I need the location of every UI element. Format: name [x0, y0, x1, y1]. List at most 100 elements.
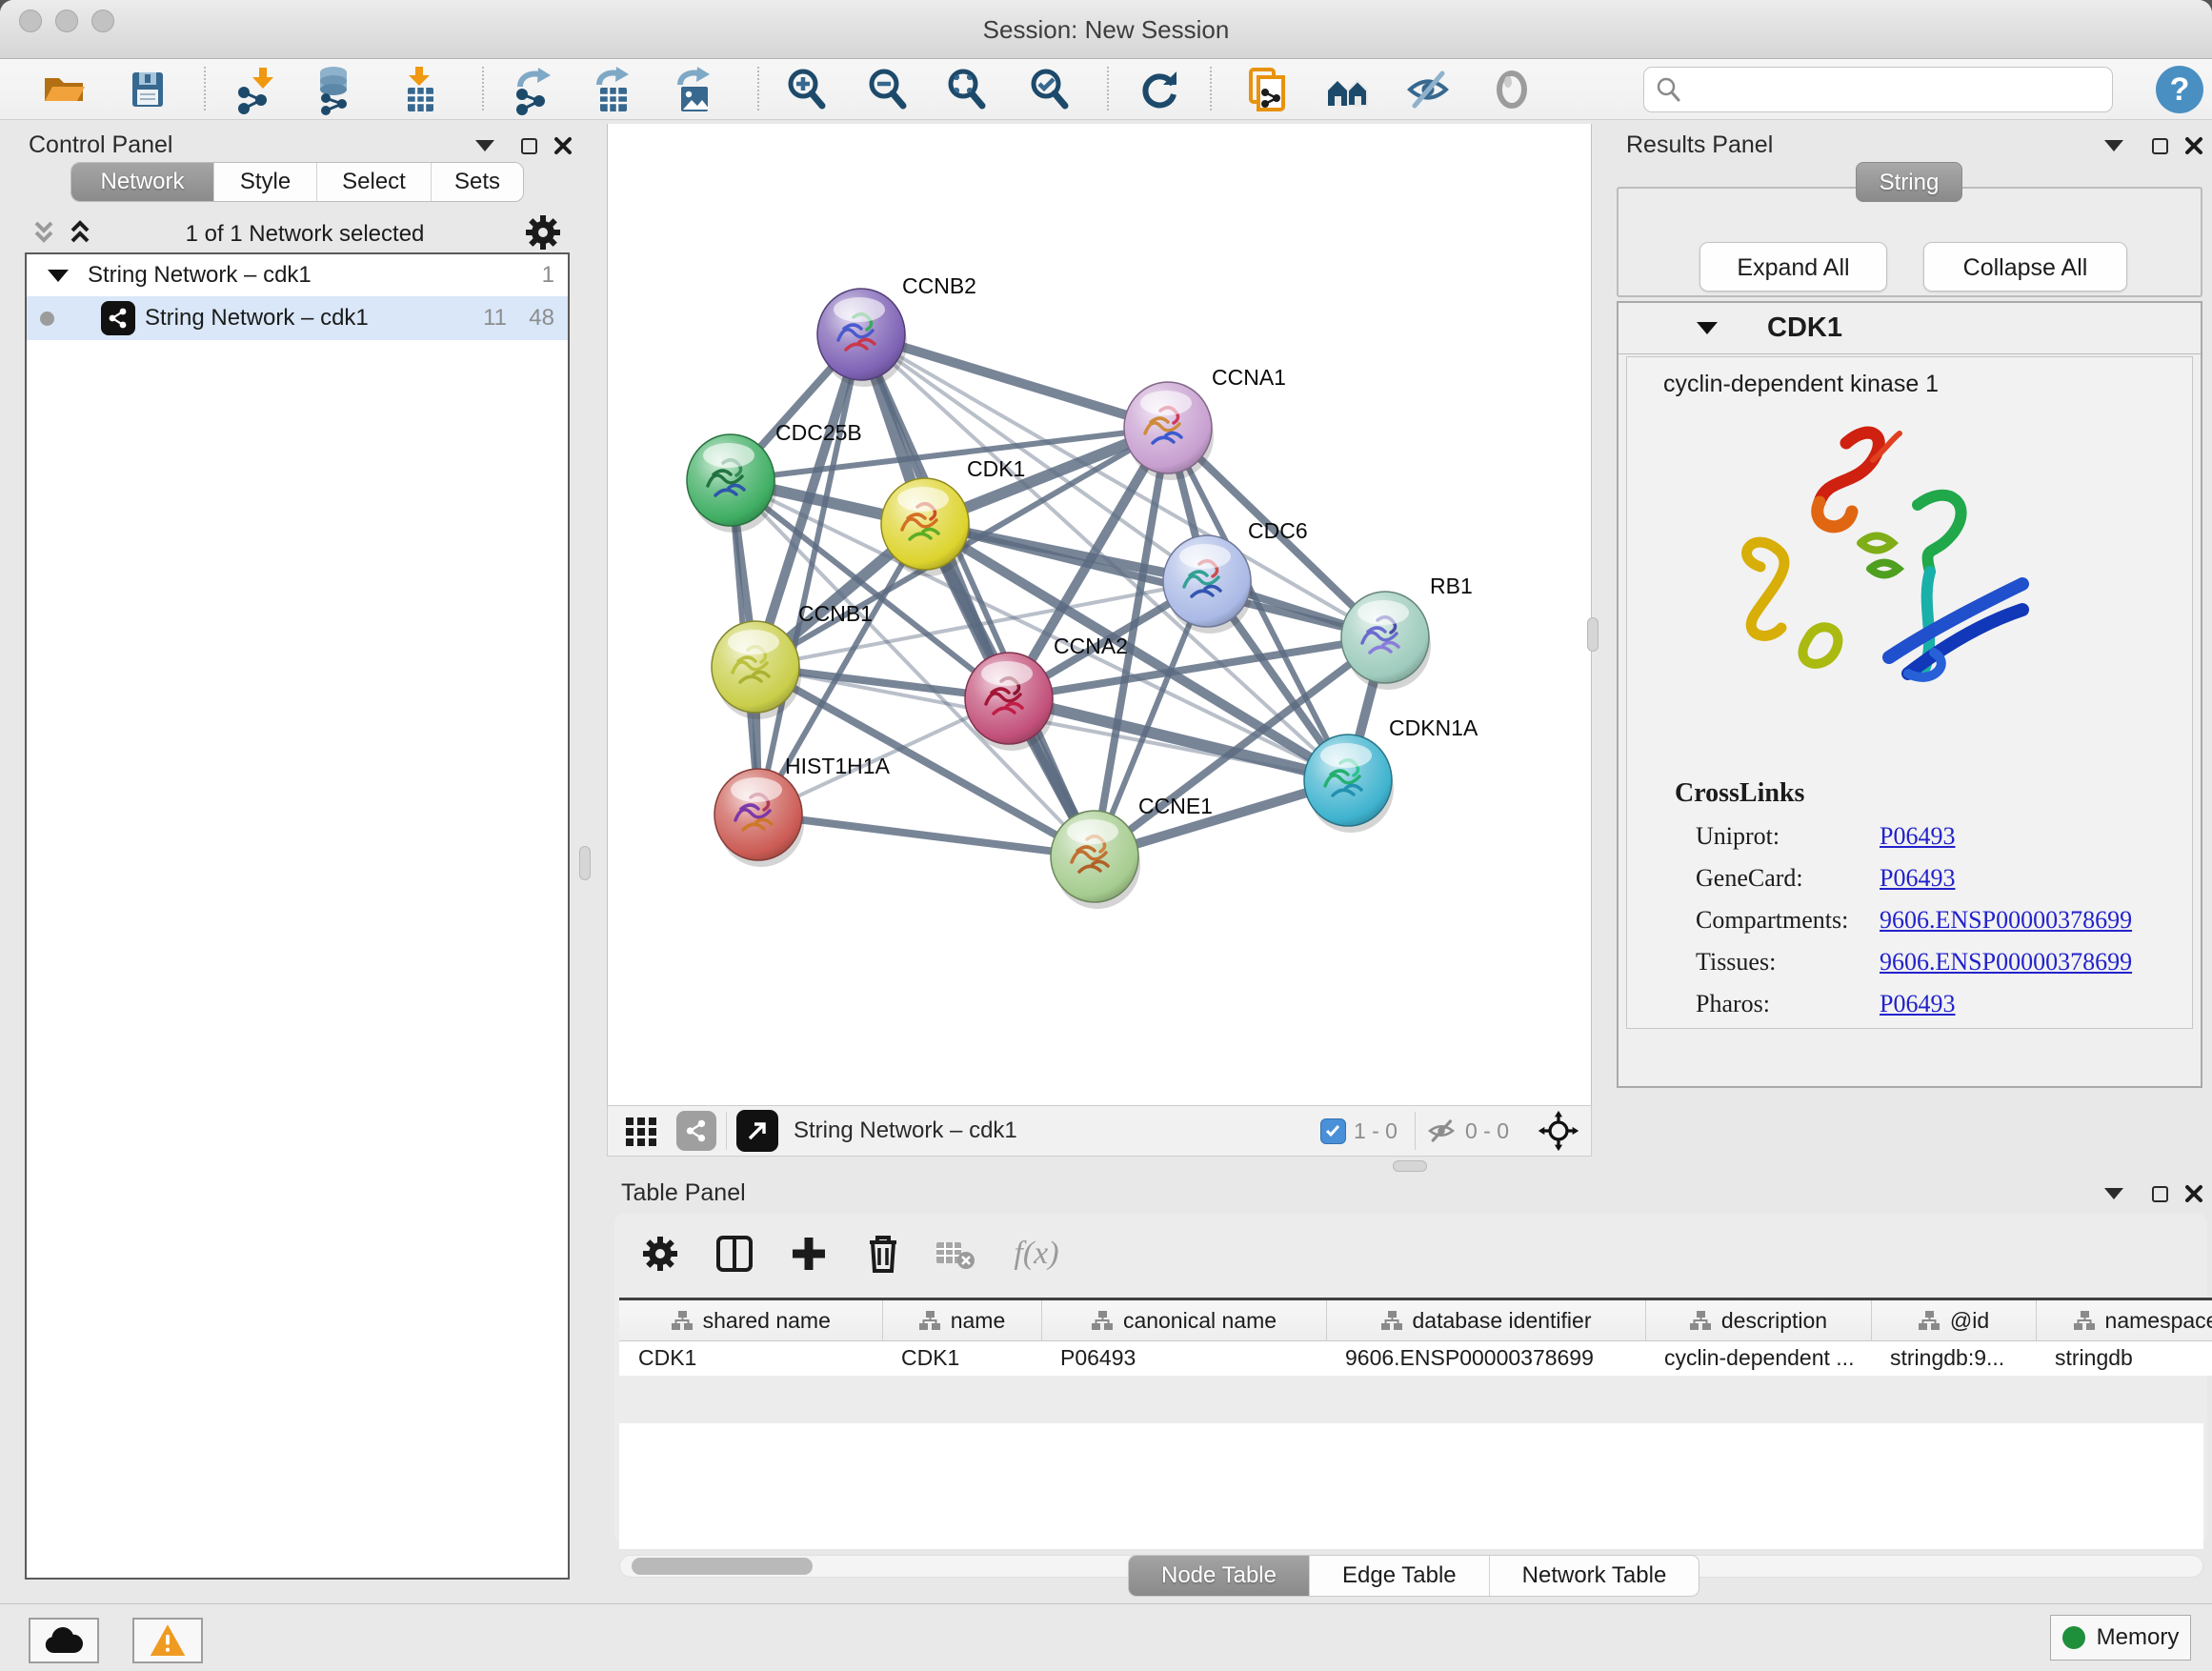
hierarchy-icon: [2073, 1310, 2096, 1331]
double-chevron-up-icon: [65, 217, 95, 248]
table-panel-menu-button[interactable]: [2100, 1181, 2128, 1206]
toolbar-search-field[interactable]: [1643, 67, 2113, 112]
control-panel-float-button[interactable]: [514, 133, 543, 158]
left-splitter-handle[interactable]: [579, 846, 591, 880]
add-column-button[interactable]: [780, 1227, 837, 1280]
table-cell[interactable]: stringdb: [2036, 1341, 2212, 1376]
delete-column-button[interactable]: [855, 1227, 912, 1280]
node-CCNB2[interactable]: CCNB2: [817, 273, 976, 387]
import-table-button[interactable]: [393, 63, 447, 116]
table-row[interactable]: CDK1CDK1P064939606.ENSP00000378699cyclin…: [619, 1341, 2212, 1376]
import-network-database-button[interactable]: [310, 63, 363, 116]
node-CDKN1A[interactable]: CDKN1A: [1304, 715, 1478, 833]
table-cell[interactable]: cyclin-dependent ...: [1645, 1341, 1871, 1376]
selected-checkbox[interactable]: [1320, 1118, 1346, 1144]
export-image-button[interactable]: [668, 63, 721, 116]
tab-network[interactable]: Network: [71, 163, 214, 201]
column-header-name[interactable]: name: [882, 1299, 1041, 1341]
save-session-button[interactable]: [121, 63, 174, 116]
column-header-canonical-name[interactable]: canonical name: [1041, 1299, 1326, 1341]
hierarchy-icon: [1689, 1310, 1712, 1331]
birdseye-toggle-button[interactable]: [623, 1113, 659, 1149]
tree-expander-icon[interactable]: [48, 270, 69, 282]
column-header-namespace[interactable]: namespace: [2036, 1299, 2212, 1341]
zoom-out-button[interactable]: [860, 63, 914, 116]
crosslink-genecard-link[interactable]: P06493: [1880, 864, 1955, 893]
open-in-window-button[interactable]: [736, 1110, 778, 1152]
expand-all-tree-button[interactable]: [65, 217, 95, 248]
edge-CCNB2-HIST1H1A[interactable]: [758, 334, 861, 815]
column-header-database-identifier[interactable]: database identifier: [1326, 1299, 1645, 1341]
node-RB1[interactable]: RB1: [1341, 574, 1473, 690]
string-style-button[interactable]: [676, 1111, 716, 1151]
edge-HIST1H1A-CCNE1[interactable]: [758, 815, 1095, 856]
table-cell[interactable]: CDK1: [882, 1341, 1041, 1376]
cloud-status-button[interactable]: [29, 1618, 99, 1663]
table-cell[interactable]: P06493: [1041, 1341, 1326, 1376]
export-table-button[interactable]: [587, 63, 640, 116]
table-panel-float-button[interactable]: [2145, 1181, 2174, 1206]
group-nodes-button[interactable]: [1321, 63, 1375, 116]
hierarchy-icon: [1091, 1310, 1114, 1331]
apply-layout-button[interactable]: [1134, 63, 1187, 116]
hide-selected-button[interactable]: [1401, 63, 1455, 116]
results-panel-menu-button[interactable]: [2100, 133, 2128, 158]
node-HIST1H1A[interactable]: HIST1H1A: [714, 754, 891, 867]
table-cell[interactable]: CDK1: [619, 1341, 882, 1376]
column-header-shared-name[interactable]: shared name: [619, 1299, 882, 1341]
tab-select[interactable]: Select: [317, 163, 432, 201]
results-tab-string[interactable]: String: [1856, 162, 1962, 202]
export-network-button[interactable]: [508, 63, 561, 116]
column-header-description[interactable]: description: [1645, 1299, 1871, 1341]
column-header-id[interactable]: @id: [1871, 1299, 2036, 1341]
zoom-in-button[interactable]: [779, 63, 833, 116]
tab-sets[interactable]: Sets: [432, 163, 523, 201]
apply-function-button[interactable]: f(x): [994, 1227, 1079, 1280]
scrollbar-thumb[interactable]: [632, 1558, 813, 1575]
table-cell[interactable]: 9606.ENSP00000378699: [1326, 1341, 1645, 1376]
zoom-fit-button[interactable]: [939, 63, 993, 116]
cloud-icon: [43, 1624, 85, 1657]
crosslink-pharos-link[interactable]: P06493: [1880, 990, 1955, 1018]
crosslink-uniprot-link[interactable]: P06493: [1880, 822, 1955, 851]
network-row[interactable]: String Network – cdk1 11 48: [27, 296, 568, 340]
first-neighbors-button[interactable]: [1241, 63, 1295, 116]
edge-CCNB2-CCNA1[interactable]: [861, 334, 1168, 428]
right-splitter-handle[interactable]: [1587, 617, 1599, 652]
show-columns-button[interactable]: [706, 1227, 763, 1280]
delete-table-button[interactable]: [927, 1227, 984, 1280]
tab-network-table[interactable]: Network Table: [1490, 1556, 1699, 1596]
results-panel-float-button[interactable]: [2145, 133, 2174, 158]
results-panel-close-button[interactable]: [2180, 133, 2208, 158]
bottom-splitter-handle[interactable]: [1393, 1160, 1427, 1172]
zoom-selected-button[interactable]: [1022, 63, 1076, 116]
help-button[interactable]: ?: [2153, 63, 2206, 116]
table-panel-close-button[interactable]: [2180, 1181, 2208, 1206]
network-panel-settings-button[interactable]: [524, 213, 562, 252]
collapse-all-tree-button[interactable]: [29, 217, 59, 248]
search-input[interactable]: [1682, 75, 2092, 104]
control-panel-close-button[interactable]: [549, 133, 577, 158]
warnings-button[interactable]: [132, 1618, 203, 1663]
houses-icon: [1322, 64, 1374, 115]
tab-node-table[interactable]: Node Table: [1129, 1556, 1310, 1596]
network-collection-row[interactable]: String Network – cdk1 1: [27, 254, 568, 296]
memory-button[interactable]: Memory: [2050, 1615, 2191, 1661]
gene-card-header[interactable]: CDK1: [1619, 303, 2201, 354]
table-cell[interactable]: stringdb:9...: [1871, 1341, 2036, 1376]
expand-all-button[interactable]: Expand All: [1699, 242, 1887, 292]
collapse-all-button[interactable]: Collapse All: [1923, 242, 2127, 292]
crosslink-tissues-link[interactable]: 9606.ENSP00000378699: [1880, 948, 2132, 976]
control-panel-menu-button[interactable]: [471, 133, 499, 158]
open-session-button[interactable]: [37, 63, 90, 116]
crosslink-compartments-link[interactable]: 9606.ENSP00000378699: [1880, 906, 2132, 935]
collapse-gene-icon[interactable]: [1697, 322, 1718, 334]
tab-style[interactable]: Style: [214, 163, 317, 201]
show-all-button[interactable]: [1485, 63, 1538, 116]
tab-edge-table[interactable]: Edge Table: [1310, 1556, 1490, 1596]
network-canvas[interactable]: CCNB2CCNA1CDC25BCDK1CDC6RB1CCNB1CCNA2CDK…: [607, 124, 1592, 1105]
table-settings-button[interactable]: [632, 1227, 689, 1280]
share-icon: [684, 1118, 709, 1143]
fit-content-button[interactable]: [1538, 1110, 1579, 1152]
import-network-file-button[interactable]: [230, 63, 283, 116]
